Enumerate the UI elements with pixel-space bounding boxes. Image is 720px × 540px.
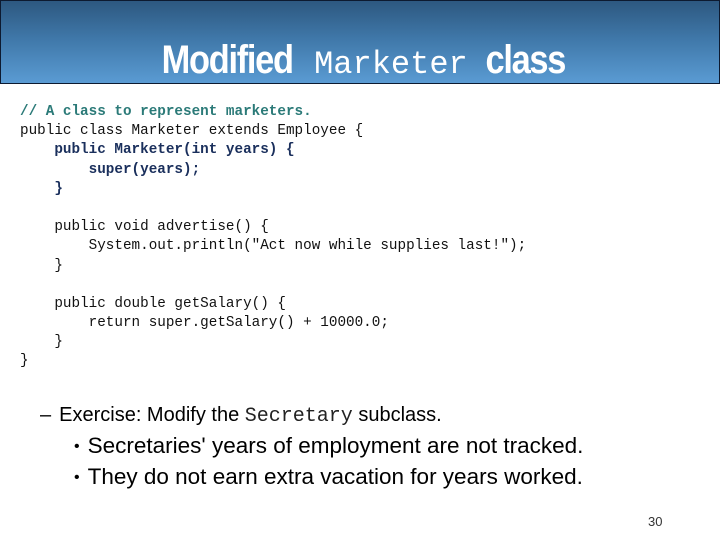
bullet-item: • They do not earn extra vacation for yea… [74, 461, 583, 492]
page-number: 30 [648, 514, 663, 529]
bullet-text: They do not earn extra vacation for year… [87, 464, 583, 489]
code-line: System.out.println("Act now while suppli… [20, 238, 527, 255]
title-prefix: Modified [161, 38, 293, 82]
bullet-dot-icon: • [74, 438, 80, 455]
exercise-item: – Exercise: Modify the Secretary subclass… [40, 400, 583, 430]
code-line: public class Marketer extends Employee { [20, 123, 364, 140]
code-line: } [20, 353, 29, 370]
code-line: } [20, 334, 63, 351]
code-line: super(years); [20, 161, 201, 178]
exercise-suffix: subclass. [358, 404, 442, 426]
code-line: // A class to represent marketers. [20, 104, 312, 120]
bullet-text: Secretaries' years of employment are not… [87, 433, 584, 458]
code-line: return super.getSalary() + 10000.0; [20, 315, 389, 332]
code-line: public double getSalary() { [20, 295, 286, 312]
title-suffix: class [485, 38, 566, 82]
code-line: } [20, 180, 63, 197]
exercise-list: – Exercise: Modify the Secretary subclass… [40, 400, 583, 492]
slide-title: Modified Marketer class [1, 38, 720, 83]
code-line: } [20, 257, 63, 274]
code-block: // A class to represent marketers. public… [20, 103, 526, 372]
exercise-prefix: Exercise: Modify the [59, 404, 240, 426]
bullet-dot-icon: • [74, 469, 80, 486]
title-code: Marketer [314, 46, 468, 83]
code-line: public void advertise() { [20, 219, 269, 236]
exercise-code: Secretary [244, 405, 353, 428]
bullet-item: • Secretaries' years of employment are no… [74, 430, 583, 461]
slide-header: Modified Marketer class [0, 0, 720, 84]
dash-bullet-icon: – [40, 404, 52, 426]
code-line: public Marketer(int years) { [20, 142, 295, 159]
